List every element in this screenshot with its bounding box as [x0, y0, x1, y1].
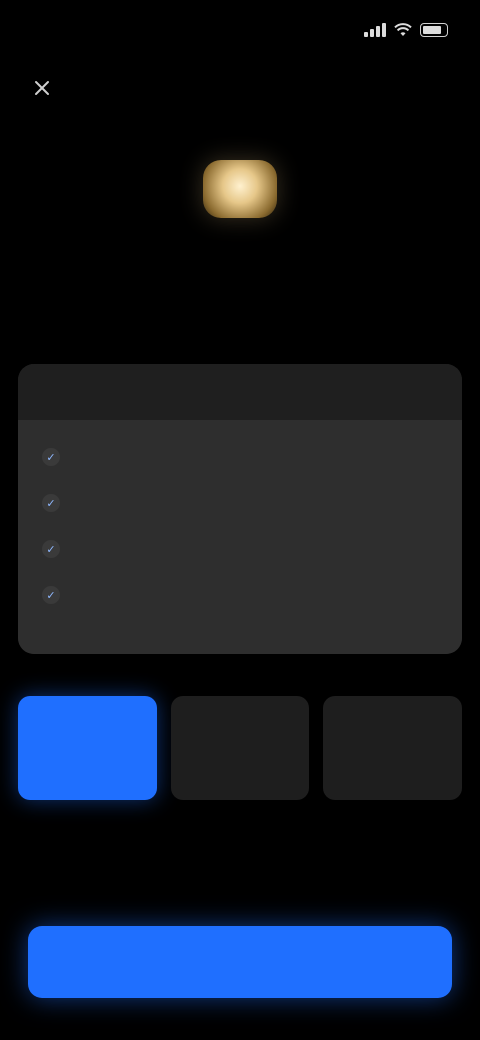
app-logo-icon — [203, 160, 277, 218]
battery-icon — [420, 23, 448, 37]
close-button[interactable] — [28, 74, 56, 102]
benefits-heading — [18, 364, 462, 420]
benefit-item: ✓ — [42, 434, 438, 480]
plan-option-1[interactable] — [18, 696, 157, 800]
status-bar — [0, 0, 480, 60]
nav-bar — [0, 60, 480, 116]
check-icon: ✓ — [42, 494, 60, 512]
plan-option-3[interactable] — [323, 696, 463, 800]
benefit-item: ✓ — [42, 526, 438, 572]
benefits-card: ✓ ✓ ✓ ✓ — [18, 364, 462, 654]
check-icon: ✓ — [42, 540, 60, 558]
benefits-list: ✓ ✓ ✓ ✓ — [18, 420, 462, 654]
close-icon — [35, 81, 49, 95]
plan-option-2[interactable] — [170, 696, 310, 800]
plan-selector — [18, 696, 463, 800]
benefit-item: ✓ — [42, 572, 438, 618]
wifi-icon — [394, 23, 412, 36]
benefit-item: ✓ — [42, 480, 438, 526]
status-indicators — [364, 23, 448, 37]
check-icon: ✓ — [42, 586, 60, 604]
paywall-screen: ✓ ✓ ✓ ✓ — [0, 0, 480, 1040]
signal-icon — [364, 23, 386, 37]
battery-level — [423, 26, 441, 34]
check-icon: ✓ — [42, 448, 60, 466]
logo-container — [0, 160, 480, 218]
subscribe-button[interactable] — [28, 926, 452, 998]
